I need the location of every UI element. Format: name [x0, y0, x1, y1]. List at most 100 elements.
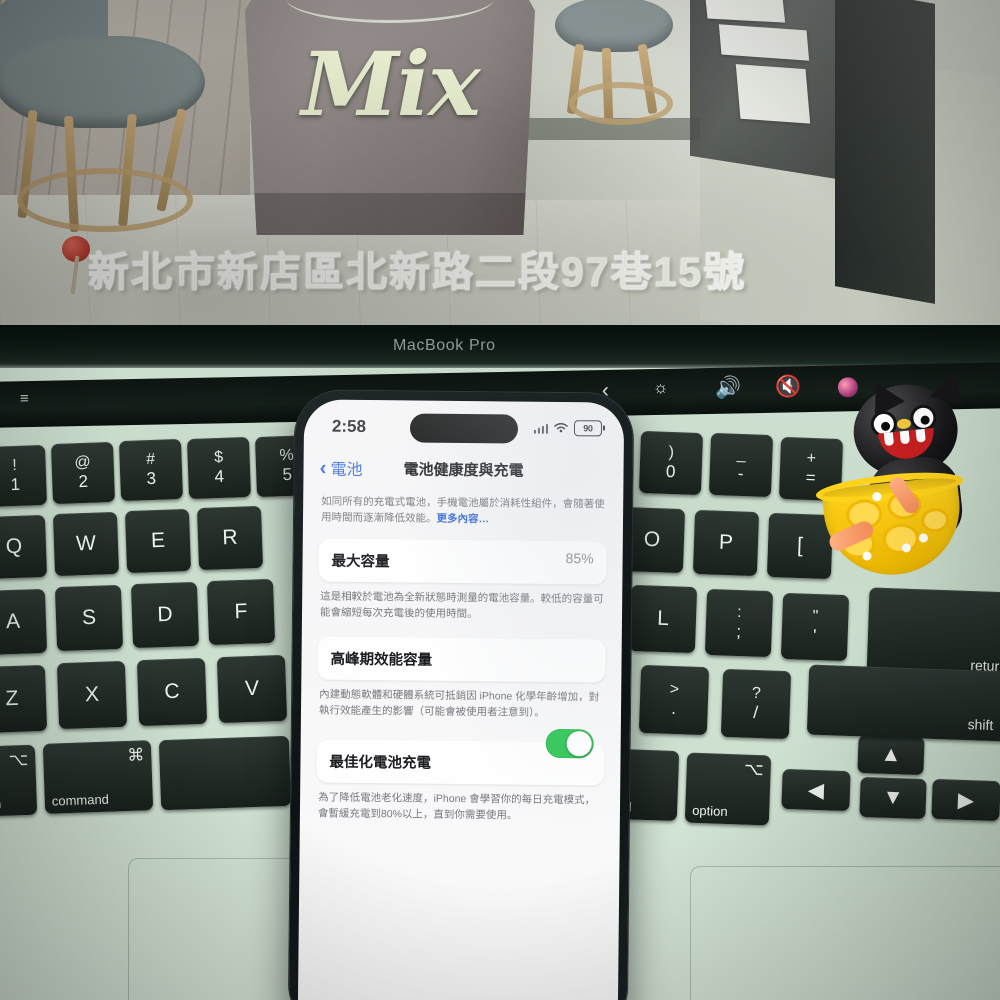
- key-1-lower: 1: [10, 474, 21, 495]
- cat-ear-right: [929, 367, 971, 406]
- key-equal-upper: +: [806, 450, 817, 468]
- navigation-bar: ‹ 電池 電池健康度與充電: [303, 451, 623, 484]
- mix-logo: Mix: [301, 32, 480, 136]
- key-0-upper: ): [668, 444, 675, 462]
- key-space[interactable]: [158, 735, 292, 811]
- toggle-knob: [566, 730, 592, 756]
- photo-scene: Mix 新北市新店區北新路二段97巷15號 MacBook Pro ‹ ☼ 🔊 …: [0, 0, 1000, 1000]
- key-option-right-text: option: [691, 802, 728, 819]
- maximum-capacity-value: 85%: [565, 549, 594, 566]
- key-semicolon-lower: ;: [735, 621, 742, 642]
- key-option-right-glyph: ⌥: [743, 759, 765, 780]
- key-x[interactable]: X: [56, 660, 128, 730]
- optimized-charging-row[interactable]: 最佳化電池充電: [316, 728, 605, 786]
- key-arrow-right[interactable]: ▶: [931, 778, 1000, 822]
- key-slash[interactable]: ? /: [720, 668, 792, 740]
- key-f[interactable]: F: [206, 578, 276, 646]
- key-c[interactable]: C: [136, 657, 208, 727]
- tomato-decoration: [62, 236, 90, 295]
- key-2-lower: 2: [78, 471, 89, 492]
- key-arrow-down[interactable]: ▼: [859, 776, 927, 820]
- optimized-charging-footer: 為了降低電池老化速度，iPhone 會學習你的每日充電模式，會暫緩充電到80%以…: [317, 791, 596, 822]
- peak-performance-row[interactable]: 高峰期效能容量: [317, 636, 606, 683]
- key-v[interactable]: V: [216, 654, 288, 724]
- macbook-pro-label: MacBook Pro: [393, 337, 496, 354]
- key-2[interactable]: @2: [50, 441, 116, 505]
- iphone-screen[interactable]: 2:58 90 ‹ 電池 電池健康度與充電 如同所有的充電式電池，手機電池屬於消…: [297, 399, 625, 1000]
- trackpad-right-edge[interactable]: [690, 866, 1000, 1000]
- key-5-upper: %: [279, 446, 295, 465]
- black-cat-figurine: [814, 365, 1000, 582]
- more-info-link[interactable]: 更多內容…: [436, 513, 489, 526]
- key-q[interactable]: Q: [0, 514, 48, 580]
- battery-level: 90: [583, 423, 593, 434]
- external-monitor-screen: Mix 新北市新店區北新路二段97巷15號: [0, 0, 1000, 330]
- maximum-capacity-label: 最大容量: [331, 553, 390, 570]
- battery-icon: 90: [573, 420, 603, 437]
- key-p[interactable]: P: [692, 509, 760, 577]
- key-semicolon[interactable]: :;: [704, 588, 774, 658]
- key-period[interactable]: >.: [638, 664, 710, 736]
- key-l[interactable]: L: [628, 584, 698, 654]
- laptop-lid-bezel: MacBook Pro: [0, 325, 1000, 370]
- key-e[interactable]: E: [124, 508, 192, 574]
- shop-counter-bag-display: Mix: [245, 0, 535, 235]
- key-a[interactable]: A: [0, 588, 48, 656]
- key-quote[interactable]: " ': [780, 592, 850, 662]
- settings-content: 如同所有的充電式電池，手機電池屬於消耗性組件，會隨著使用時間而逐漸降低效能。更多…: [297, 487, 623, 1000]
- key-w[interactable]: W: [52, 511, 120, 577]
- status-time: 2:58: [331, 416, 367, 436]
- key-3-upper: #: [145, 451, 156, 469]
- key-minus-lower: -: [737, 463, 744, 484]
- key-command-left-glyph: ⌘: [126, 745, 145, 765]
- key-shift-right[interactable]: shift: [806, 664, 1000, 742]
- key-r[interactable]: R: [196, 505, 264, 571]
- bag-base: [245, 193, 535, 235]
- key-bracket-left[interactable]: [: [766, 512, 834, 580]
- maximum-capacity-row[interactable]: 85% 最大容量: [318, 538, 607, 585]
- key-semicolon-upper: :: [736, 604, 742, 622]
- key-5-lower: 5: [282, 464, 293, 485]
- key-4[interactable]: $4: [186, 436, 252, 500]
- address-overlay-text: 新北市新店區北新路二段97巷15號: [88, 249, 747, 296]
- cellular-bars-icon: [533, 422, 549, 434]
- key-arrow-up[interactable]: ▲: [857, 734, 925, 776]
- key-1-upper: !: [12, 457, 18, 475]
- key-quote-lower: ': [812, 625, 817, 646]
- peak-performance-label: 高峰期效能容量: [330, 651, 433, 669]
- key-option-left-text: option: [0, 796, 1, 812]
- wifi-icon: [554, 422, 568, 433]
- key-option-left[interactable]: ⌥ option: [0, 744, 38, 818]
- key-z[interactable]: Z: [0, 664, 48, 734]
- key-1[interactable]: ! 1: [0, 444, 48, 508]
- key-3-lower: 3: [146, 468, 157, 489]
- key-minus-upper: _: [736, 446, 747, 464]
- key-d[interactable]: D: [130, 581, 200, 649]
- key-command-left-text: command: [51, 791, 110, 809]
- bar-stool-right: [555, 0, 674, 125]
- key-arrow-left[interactable]: ◀: [781, 768, 851, 812]
- intro-blurb: 如同所有的充電式電池，手機電池屬於消耗性組件，會隨著使用時間而逐漸降低效能。更多…: [321, 494, 605, 530]
- status-bar: 2:58 90: [304, 411, 624, 444]
- bar-stool-left: [0, 0, 205, 233]
- page-title: 電池健康度與充電: [403, 461, 524, 480]
- bag-lip: [285, 0, 495, 23]
- key-slash-lower: /: [752, 702, 759, 723]
- optimized-charging-toggle[interactable]: [545, 728, 594, 758]
- key-minus[interactable]: _ -: [708, 432, 774, 498]
- peak-performance-footer: 內建動態軟體和硬體系統可抵銷因 iPhone 化學年齡增加，對執行效能產生的影響…: [318, 688, 600, 720]
- key-0-lower: 0: [665, 461, 676, 482]
- key-3[interactable]: #3: [118, 438, 184, 502]
- key-4-lower: 4: [214, 466, 225, 487]
- key-period-upper: >: [669, 681, 680, 699]
- key-4-upper: $: [213, 449, 224, 467]
- key-option-left-glyph: ⌥: [8, 749, 29, 770]
- key-period-lower: .: [670, 698, 677, 719]
- key-slash-upper: ?: [751, 685, 762, 703]
- key-s[interactable]: S: [54, 584, 124, 652]
- key-0[interactable]: ) 0: [638, 430, 704, 496]
- key-quote-upper: ": [812, 608, 819, 626]
- iphone-device: 2:58 90 ‹ 電池 電池健康度與充電 如同所有的充電式電池，手機電池屬於消…: [288, 390, 634, 1000]
- key-option-right[interactable]: ⌥ option: [684, 752, 772, 826]
- key-command-left[interactable]: ⌘ command: [42, 740, 154, 814]
